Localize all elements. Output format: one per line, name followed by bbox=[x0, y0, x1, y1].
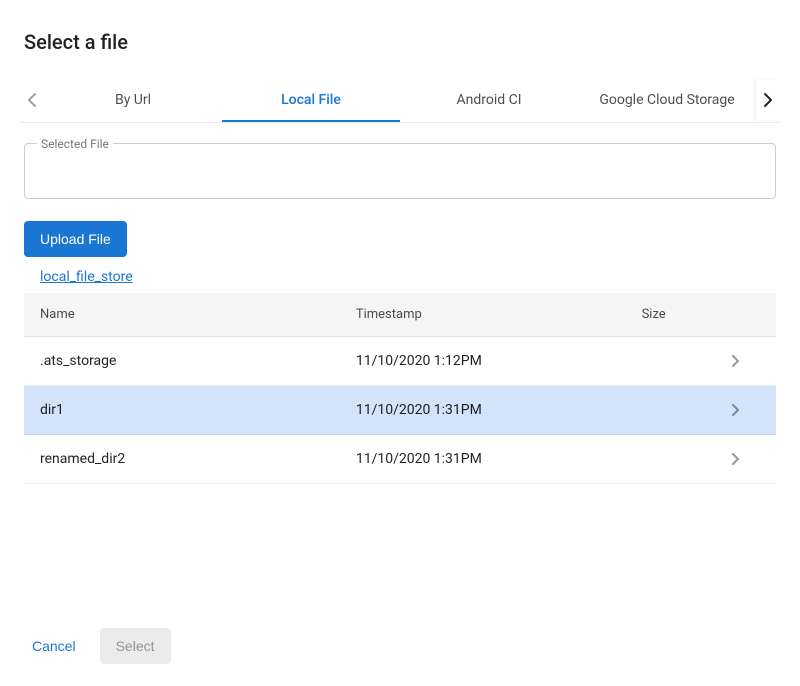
tabs: By Url Local File Android CI Google Clou… bbox=[44, 78, 756, 122]
column-header-timestamp[interactable]: Timestamp bbox=[340, 293, 626, 337]
tabs-header: By Url Local File Android CI Google Clou… bbox=[20, 78, 780, 123]
dialog-actions: Cancel Select bbox=[24, 628, 171, 664]
column-header-action bbox=[716, 293, 776, 337]
cell-action[interactable] bbox=[716, 337, 776, 386]
tab-android-ci[interactable]: Android CI bbox=[400, 78, 578, 122]
tab-label: By Url bbox=[115, 92, 151, 108]
column-header-name[interactable]: Name bbox=[24, 293, 340, 337]
chevron-right-icon bbox=[763, 92, 773, 108]
dialog-title: Select a file bbox=[24, 30, 776, 54]
table-row[interactable]: dir1 11/10/2020 1:31PM bbox=[24, 386, 776, 435]
column-header-size[interactable]: Size bbox=[626, 293, 716, 337]
cell-action[interactable] bbox=[716, 386, 776, 435]
tab-google-cloud-storage[interactable]: Google Cloud Storage bbox=[578, 78, 756, 122]
upload-file-button[interactable]: Upload File bbox=[24, 221, 127, 257]
tab-scroll-right-button[interactable] bbox=[756, 80, 780, 120]
file-table: Name Timestamp Size .ats_storage 11/10/2… bbox=[24, 293, 776, 484]
tab-label: Android CI bbox=[456, 92, 521, 108]
cell-name: dir1 bbox=[24, 386, 340, 435]
chevron-right-icon bbox=[732, 453, 760, 465]
upload-file-label: Upload File bbox=[40, 231, 111, 247]
tab-label: Local File bbox=[281, 92, 341, 108]
select-file-dialog: Select a file By Url Local File Android … bbox=[0, 0, 800, 484]
cancel-button[interactable]: Cancel bbox=[24, 630, 84, 662]
breadcrumb-root-link[interactable]: local_file_store bbox=[40, 269, 133, 285]
cell-timestamp: 11/10/2020 1:31PM bbox=[340, 435, 626, 484]
tab-by-url[interactable]: By Url bbox=[44, 78, 222, 122]
breadcrumb: local_file_store bbox=[40, 269, 776, 285]
cell-size bbox=[626, 435, 716, 484]
cell-timestamp: 11/10/2020 1:12PM bbox=[340, 337, 626, 386]
selected-file-label: Selected File bbox=[37, 137, 113, 151]
local-file-panel: Selected File Upload File local_file_sto… bbox=[24, 123, 776, 484]
chevron-left-icon bbox=[27, 92, 37, 108]
select-button: Select bbox=[100, 628, 171, 664]
cell-action[interactable] bbox=[716, 435, 776, 484]
cell-size bbox=[626, 337, 716, 386]
table-row[interactable]: renamed_dir2 11/10/2020 1:31PM bbox=[24, 435, 776, 484]
chevron-right-icon bbox=[732, 404, 760, 416]
selected-file-field[interactable]: Selected File bbox=[24, 143, 776, 199]
cancel-label: Cancel bbox=[32, 638, 76, 654]
table-row[interactable]: .ats_storage 11/10/2020 1:12PM bbox=[24, 337, 776, 386]
tab-scroll-left-button[interactable] bbox=[20, 80, 44, 120]
select-label: Select bbox=[116, 638, 155, 654]
cell-name: renamed_dir2 bbox=[24, 435, 340, 484]
cell-timestamp: 11/10/2020 1:31PM bbox=[340, 386, 626, 435]
chevron-right-icon bbox=[732, 355, 760, 367]
cell-name: .ats_storage bbox=[24, 337, 340, 386]
cell-size bbox=[626, 386, 716, 435]
tab-local-file[interactable]: Local File bbox=[222, 78, 400, 122]
table-header-row: Name Timestamp Size bbox=[24, 293, 776, 337]
tab-label: Google Cloud Storage bbox=[599, 92, 734, 108]
